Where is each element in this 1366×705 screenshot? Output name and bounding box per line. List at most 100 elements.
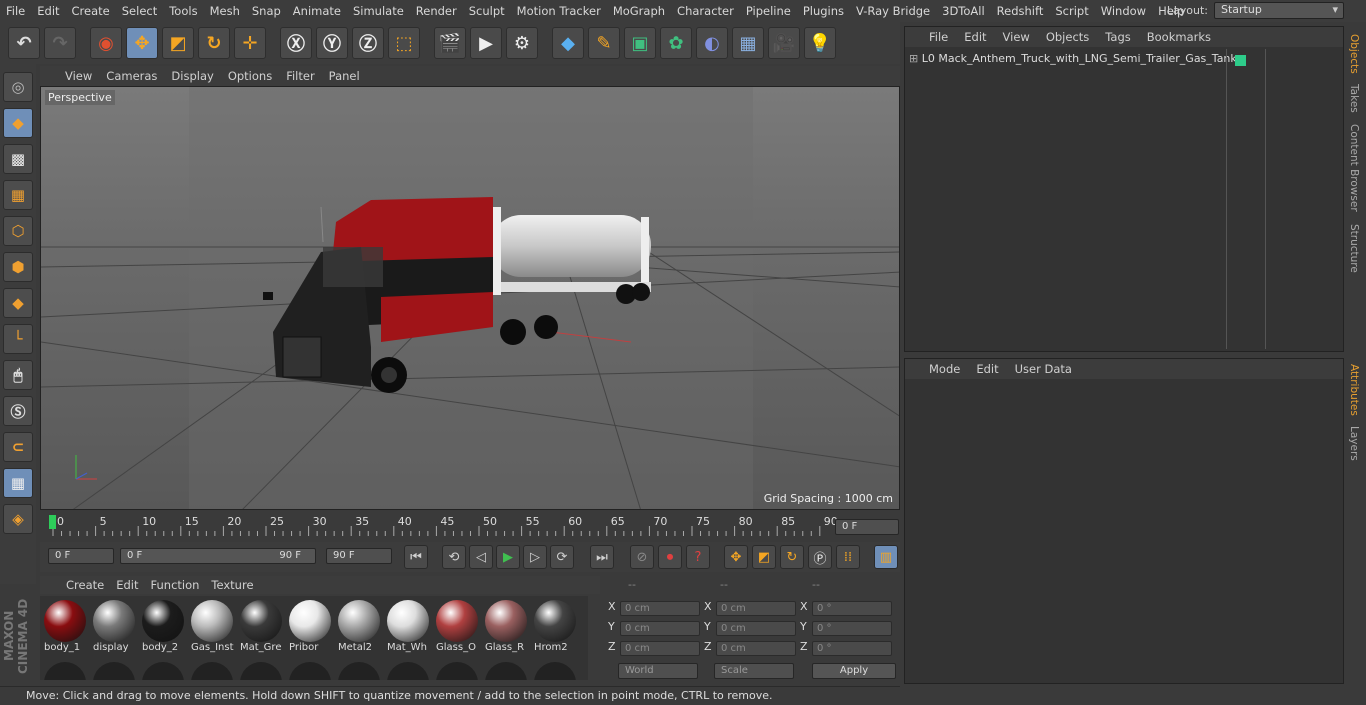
expand-icon[interactable]: ⊞	[909, 52, 918, 65]
render-view-icon[interactable]: 🎬	[434, 27, 466, 59]
material-swatch[interactable]: Mat_Gre	[238, 598, 284, 654]
coord-value-field[interactable]: 0 cm	[620, 621, 700, 636]
viewport-menu-panel[interactable]: Panel	[322, 69, 367, 83]
coordinate-system-icon[interactable]: ⬚	[388, 27, 420, 59]
keyframe-selection-icon[interactable]: ?	[686, 545, 710, 569]
viewport-menu-cameras[interactable]: Cameras	[99, 69, 164, 83]
coord-value-field[interactable]: 0 cm	[716, 601, 796, 616]
cube-icon[interactable]: ◆	[552, 27, 584, 59]
menu-item-animate[interactable]: Animate	[287, 4, 347, 18]
play-icon[interactable]: ▶	[496, 545, 520, 569]
rotate-tool-icon[interactable]: ↻	[198, 27, 230, 59]
coord-scale-dropdown[interactable]: Scale	[714, 663, 794, 679]
coord-value-field[interactable]: 0 °	[812, 601, 892, 616]
record-keys-icon[interactable]: ⊘	[630, 545, 654, 569]
menu-item-window[interactable]: Window	[1095, 4, 1152, 18]
menu-item-character[interactable]: Character	[671, 4, 740, 18]
menu-item-file[interactable]: File	[0, 4, 31, 18]
coord-value-field[interactable]: 0 cm	[716, 641, 796, 656]
tab-layers[interactable]: Layers	[1348, 426, 1360, 461]
end-frame-field[interactable]: 90 F	[326, 548, 392, 564]
menu-item-mesh[interactable]: Mesh	[204, 4, 246, 18]
material-swatch[interactable]	[287, 660, 333, 680]
material-swatch[interactable]	[434, 660, 480, 680]
texture-mode-icon[interactable]: ▩	[3, 144, 33, 174]
axis-mode-icon[interactable]: └	[3, 324, 33, 354]
menu-item-render[interactable]: Render	[410, 4, 463, 18]
timeline-window-icon[interactable]: ▥	[874, 545, 898, 569]
material-swatch[interactable]	[336, 660, 382, 680]
material-swatch[interactable]	[189, 660, 235, 680]
playhead[interactable]	[49, 515, 56, 529]
tab-structure[interactable]: Structure	[1348, 224, 1360, 273]
menu-item-script[interactable]: Script	[1049, 4, 1094, 18]
snap-icon[interactable]: ⊂	[3, 432, 33, 462]
tab-content-browser[interactable]: Content Browser	[1348, 124, 1360, 212]
coord-value-field[interactable]: 0 °	[812, 621, 892, 636]
go-to-end-icon[interactable]: ⏭	[590, 545, 614, 569]
object-menu-edit[interactable]: Edit	[956, 30, 994, 44]
menu-item-create[interactable]: Create	[66, 4, 116, 18]
material-menu-create[interactable]: Create	[60, 578, 110, 592]
workplane-icon[interactable]: ▦	[3, 180, 33, 210]
points-mode-icon[interactable]: ⬡	[3, 216, 33, 246]
model-mode-icon[interactable]: ◆	[3, 108, 33, 138]
key-rotation-icon[interactable]: ↻	[780, 545, 804, 569]
light-icon[interactable]: 💡	[804, 27, 836, 59]
next-frame-icon[interactable]: ▷	[523, 545, 547, 569]
object-menu-file[interactable]: File	[921, 30, 956, 44]
start-frame-field[interactable]: 0 F	[48, 548, 114, 564]
material-menu-texture[interactable]: Texture	[205, 578, 259, 592]
tab-takes[interactable]: Takes	[1348, 84, 1360, 113]
menu-item-3dtoall[interactable]: 3DToAll	[936, 4, 991, 18]
tab-objects[interactable]: Objects	[1348, 34, 1360, 74]
object-menu-bookmarks[interactable]: Bookmarks	[1139, 30, 1219, 44]
viewport-menu-filter[interactable]: Filter	[279, 69, 321, 83]
menu-item-plugins[interactable]: Plugins	[797, 4, 850, 18]
material-swatch[interactable]: Mat_Wh	[385, 598, 431, 654]
material-swatch[interactable]	[532, 660, 578, 680]
menu-item-tools[interactable]: Tools	[163, 4, 203, 18]
material-swatch[interactable]: display	[91, 598, 137, 654]
workplane-snap-icon[interactable]: ▦	[3, 468, 33, 498]
key-parameter-icon[interactable]: Ⓟ	[808, 545, 832, 569]
go-to-start-icon[interactable]: ⏮	[404, 545, 428, 569]
redo-icon[interactable]: ↷	[44, 27, 76, 59]
visibility-tag-icon[interactable]	[1235, 55, 1246, 66]
current-frame-field[interactable]: 0 F	[835, 519, 899, 535]
previous-key-icon[interactable]: ⟲	[442, 545, 466, 569]
menu-item-select[interactable]: Select	[116, 4, 163, 18]
material-swatch[interactable]: Metal2	[336, 598, 382, 654]
object-tree-item[interactable]: ⊞ L0 Mack_Anthem_Truck_with_LNG_Semi_Tra…	[909, 52, 1237, 65]
material-swatch[interactable]: Hrom2	[532, 598, 578, 654]
material-swatch[interactable]	[385, 660, 431, 680]
render-picture-viewer-icon[interactable]: ▶	[470, 27, 502, 59]
undo-icon[interactable]: ↶	[8, 27, 40, 59]
transform-tool-icon[interactable]: ✛	[234, 27, 266, 59]
material-swatch[interactable]: body_2	[140, 598, 186, 654]
object-menu-objects[interactable]: Objects	[1038, 30, 1097, 44]
menu-item-sculpt[interactable]: Sculpt	[463, 4, 511, 18]
object-menu-tags[interactable]: Tags	[1097, 30, 1138, 44]
coord-value-field[interactable]: 0 cm	[620, 601, 700, 616]
autokey-icon[interactable]: ⏺	[658, 545, 682, 569]
scale-tool-icon[interactable]: ◩	[162, 27, 194, 59]
cloner-icon[interactable]: ✿	[660, 27, 692, 59]
perspective-viewport[interactable]: Perspective Grid Spacing : 1000 cm	[40, 86, 900, 510]
key-position-icon[interactable]: ✥	[724, 545, 748, 569]
menu-item-redshift[interactable]: Redshift	[991, 4, 1050, 18]
material-swatch[interactable]	[238, 660, 284, 680]
z-axis-icon[interactable]: Ⓩ	[352, 27, 384, 59]
edges-mode-icon[interactable]: ⬢	[3, 252, 33, 282]
floor-icon[interactable]: ▦	[732, 27, 764, 59]
material-swatch[interactable]: Gas_Inst	[189, 598, 235, 654]
deformer-icon[interactable]: ◐	[696, 27, 728, 59]
frame-range-slider[interactable]: 0 F 90 F	[120, 548, 316, 564]
camera-icon[interactable]: 🎥	[768, 27, 800, 59]
coord-value-field[interactable]: 0 cm	[716, 621, 796, 636]
coord-value-field[interactable]: 0 °	[812, 641, 892, 656]
coord-system-dropdown[interactable]: World	[618, 663, 698, 679]
material-swatch[interactable]	[483, 660, 529, 680]
attribute-menu-edit[interactable]: Edit	[968, 362, 1006, 376]
live-select-icon[interactable]: ◉	[90, 27, 122, 59]
